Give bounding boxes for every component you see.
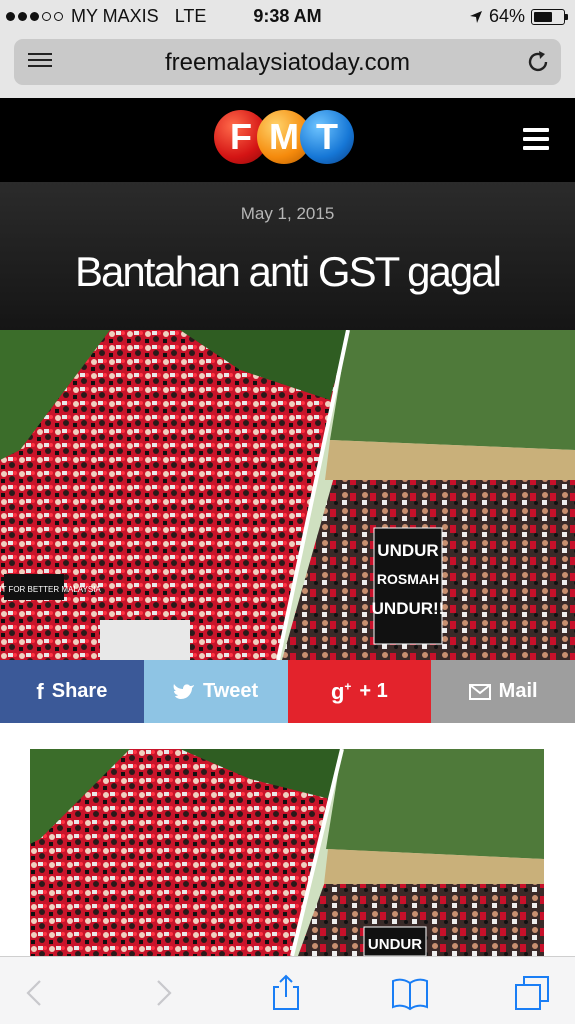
fmt-logo[interactable]: F M T xyxy=(214,110,354,164)
facebook-share-label: Share xyxy=(51,680,108,702)
url-text[interactable]: freemalaysiatoday.com xyxy=(14,49,561,77)
url-field[interactable]: freemalaysiatoday.com xyxy=(14,39,561,85)
battery-icon xyxy=(531,8,568,25)
article-body: UNDUR xyxy=(0,723,575,956)
googleplus-label: + 1 xyxy=(359,680,388,702)
facebook-icon: f xyxy=(36,678,44,704)
twitter-tweet-label: Tweet xyxy=(203,680,259,702)
article-header: May 1, 2015 Bantahan anti GST gagal xyxy=(0,182,575,330)
facebook-share-button[interactable]: f Share xyxy=(0,660,144,723)
googleplus-button[interactable]: g+ + 1 xyxy=(287,660,432,723)
sign-line-1: UNDUR xyxy=(377,541,438,560)
bookmarks-icon[interactable] xyxy=(390,973,430,1013)
reload-icon[interactable] xyxy=(525,49,551,75)
twitter-tweet-button[interactable]: Tweet xyxy=(143,660,288,723)
forward-icon[interactable] xyxy=(142,973,182,1013)
site-header: F M T xyxy=(0,98,575,182)
share-icon[interactable] xyxy=(266,973,306,1013)
article-sign-text: UNDUR xyxy=(368,936,422,953)
back-icon[interactable] xyxy=(16,973,56,1013)
status-right: 64% xyxy=(469,6,568,27)
browser-toolbar xyxy=(0,956,575,1024)
protest-photo: UNDUR ROSMAH UNDUR!! WE FIGHT FOR BETTER… xyxy=(0,330,575,660)
hero-image[interactable]: UNDUR ROSMAH UNDUR!! WE FIGHT FOR BETTER… xyxy=(0,330,575,660)
menu-icon[interactable] xyxy=(523,128,549,150)
protest-photo-copy: UNDUR xyxy=(30,749,544,956)
status-bar: MY MAXIS LTE 9:38 AM 64% xyxy=(0,0,575,34)
share-bar: f Share Tweet g+ + 1 Mail xyxy=(0,660,575,723)
article-image[interactable]: UNDUR xyxy=(30,749,544,956)
sign-line-2: ROSMAH xyxy=(377,571,439,587)
googleplus-icon: g+ xyxy=(330,678,352,704)
logo-letter-t: T xyxy=(300,110,354,164)
mail-share-button[interactable]: Mail xyxy=(431,660,575,723)
location-arrow-icon xyxy=(469,10,482,23)
battery-percent: 64% xyxy=(488,6,525,26)
banner-line: WE FIGHT FOR BETTER MALAYSIA xyxy=(0,585,101,594)
article-date: May 1, 2015 xyxy=(240,204,335,223)
mail-share-label: Mail xyxy=(498,680,538,702)
tabs-icon[interactable] xyxy=(512,973,552,1013)
twitter-icon xyxy=(173,683,195,699)
sign-line-3: UNDUR!! xyxy=(372,599,445,618)
address-bar: freemalaysiatoday.com xyxy=(0,34,575,98)
mail-icon xyxy=(468,683,491,700)
article-title: Bantahan anti GST gagal xyxy=(75,248,502,295)
